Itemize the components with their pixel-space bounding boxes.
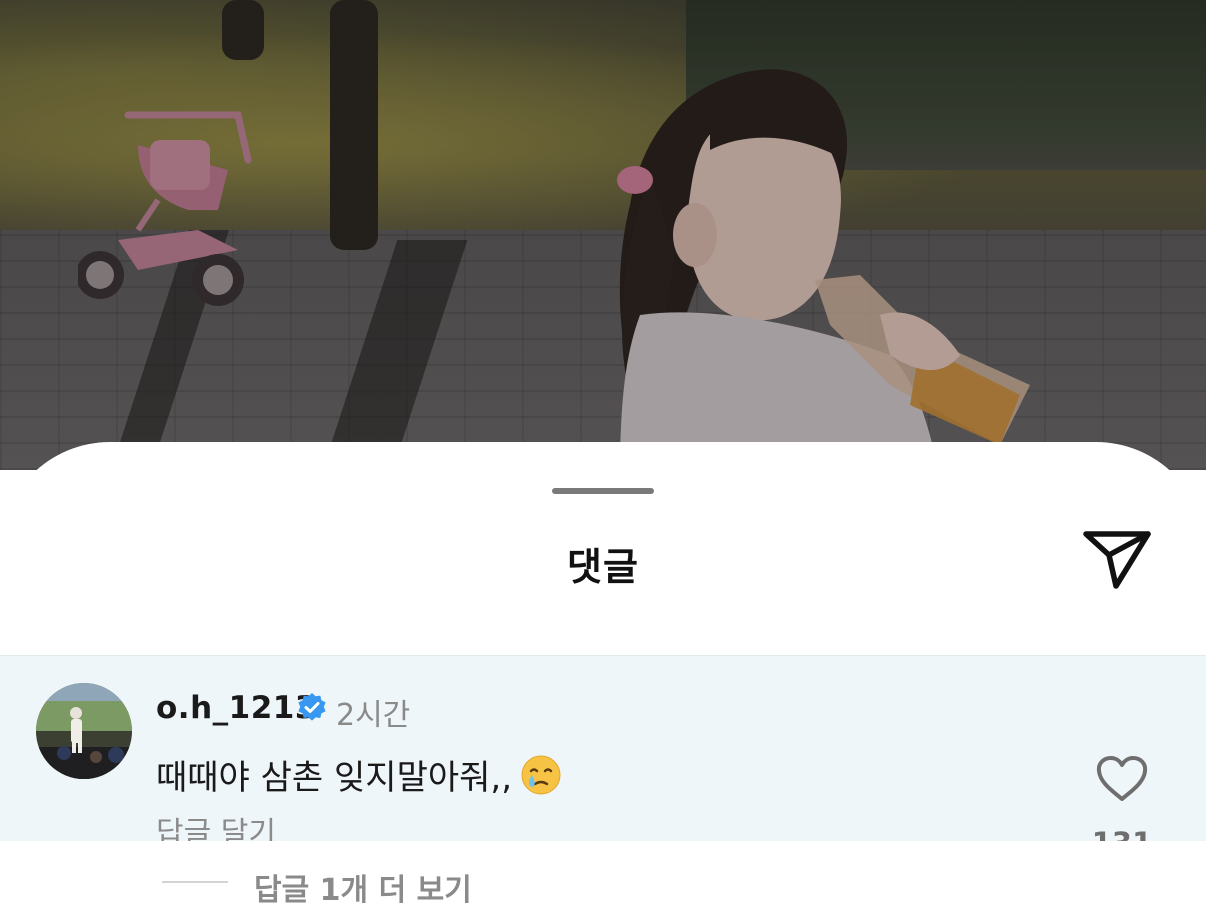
like-button[interactable] <box>1094 754 1150 804</box>
share-button[interactable] <box>1080 526 1154 592</box>
comment-item: o.h_1213 2시간 때때야 삼촌 잊지말아줘,, 답글 달기 131 <box>0 655 1206 860</box>
avatar[interactable] <box>36 683 132 779</box>
comment-body: 때때야 삼촌 잊지말아줘,, <box>156 750 562 799</box>
view-more-replies[interactable]: 답글 1개 더 보기 <box>0 841 1206 904</box>
verified-badge-icon <box>298 693 326 721</box>
photo-dim-overlay <box>0 0 1206 470</box>
sheet-title: 댓글 <box>567 545 639 589</box>
crying-face-emoji-icon <box>521 755 561 794</box>
comment-text: 때때야 삼촌 잊지말아줘,, <box>156 758 513 798</box>
paper-plane-icon <box>1083 531 1151 589</box>
post-photo-background <box>0 0 1206 470</box>
comments-sheet: 댓글 o.h_1213 2시간 때때야 삼촌 잊지말아줘,, 답글 달기 답글 … <box>0 442 1206 904</box>
heart-outline-icon <box>1096 756 1148 801</box>
sheet-drag-handle[interactable] <box>552 488 654 494</box>
replies-divider-line <box>162 881 228 883</box>
comment-timestamp: 2시간 <box>336 698 411 733</box>
view-more-replies-label[interactable]: 답글 1개 더 보기 <box>254 865 472 904</box>
avatar-image <box>36 683 132 779</box>
comment-username[interactable]: o.h_1213 <box>156 690 317 726</box>
